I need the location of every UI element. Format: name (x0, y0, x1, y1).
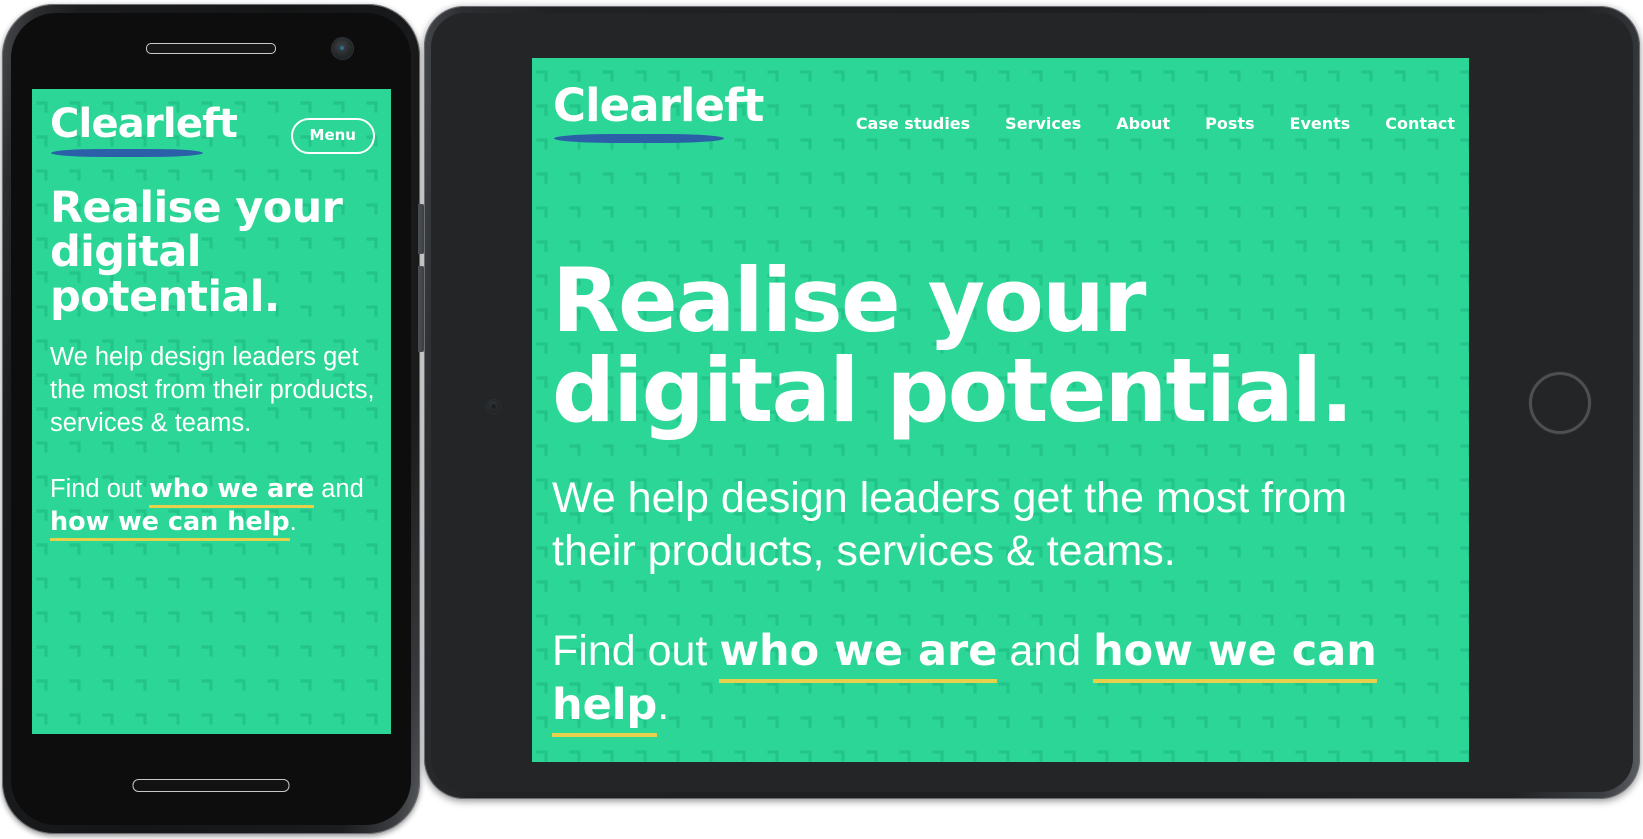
phone-website-viewport: Clearleft Menu Realise your digital pote… (32, 89, 391, 734)
link-who-we-are[interactable]: who we are (149, 474, 315, 509)
cta-suffix-text: . (289, 508, 297, 537)
menu-button[interactable]: Menu (290, 118, 375, 154)
logo-text: Clearleft (50, 101, 238, 147)
page-title: Realise your digital potential. (50, 183, 343, 322)
hero-paragraph: We help design leaders get the most from… (50, 342, 375, 438)
cta-prefix-text: Find out (50, 475, 150, 504)
devices-stage: Clearleft Menu Realise your digital pote… (0, 0, 1643, 839)
phone-front-camera-icon (332, 38, 353, 59)
cta-suffix-text: . (657, 680, 670, 729)
phone-earpiece-speaker (146, 43, 276, 54)
primary-navigation: Case studies Services About Posts Events… (856, 114, 1455, 133)
smartphone-device: Clearleft Menu Realise your digital pote… (2, 4, 425, 834)
phone-home-indicator (132, 779, 290, 792)
phone-hero: Realise your digital potential. We help … (50, 183, 377, 542)
cta-middle-text: and (997, 627, 1094, 675)
cta-prefix-text: Find out (552, 627, 720, 675)
logo-clearleft[interactable]: Clearleft (50, 101, 238, 157)
page-title: Realise your digital potential. (552, 249, 1354, 442)
tablet-hero: Realise your digital potential. We help … (552, 249, 1439, 737)
nav-item-posts[interactable]: Posts (1205, 114, 1254, 133)
nav-item-events[interactable]: Events (1290, 114, 1351, 133)
tablet-site-header: Clearleft Case studies Services About Po… (532, 58, 1469, 170)
tablet-home-button[interactable] (1529, 371, 1591, 434)
tablet-front-camera-icon (487, 400, 500, 413)
nav-item-about[interactable]: About (1116, 114, 1170, 133)
link-who-we-are[interactable]: who we are (719, 626, 998, 683)
nav-item-services[interactable]: Services (1005, 114, 1081, 133)
nav-item-case-studies[interactable]: Case studies (856, 114, 970, 133)
phone-site-header: Clearleft Menu (32, 89, 391, 173)
hero-paragraph: We help design leaders get the most from… (552, 473, 1348, 576)
logo-text: Clearleft (553, 79, 764, 132)
logo-brush-underline-icon (554, 134, 724, 143)
link-how-we-can-help[interactable]: how we can help (50, 507, 290, 542)
tablet-device: Clearleft Case studies Services About Po… (424, 6, 1640, 799)
logo-clearleft[interactable]: Clearleft (553, 83, 764, 143)
tablet-bezel: Clearleft Case studies Services About Po… (431, 13, 1633, 792)
phone-screen: Clearleft Menu Realise your digital pote… (32, 89, 391, 734)
hero-cta-line: Find out who we are and how we can help. (50, 473, 377, 542)
cta-middle-text: and (314, 475, 364, 504)
tablet-website-viewport: Clearleft Case studies Services About Po… (532, 58, 1469, 762)
logo-brush-underline-icon (51, 149, 203, 157)
nav-item-contact[interactable]: Contact (1385, 114, 1455, 133)
hero-cta-line: Find out who we are and how we can help. (552, 625, 1439, 737)
tablet-screen: Clearleft Case studies Services About Po… (532, 58, 1469, 762)
